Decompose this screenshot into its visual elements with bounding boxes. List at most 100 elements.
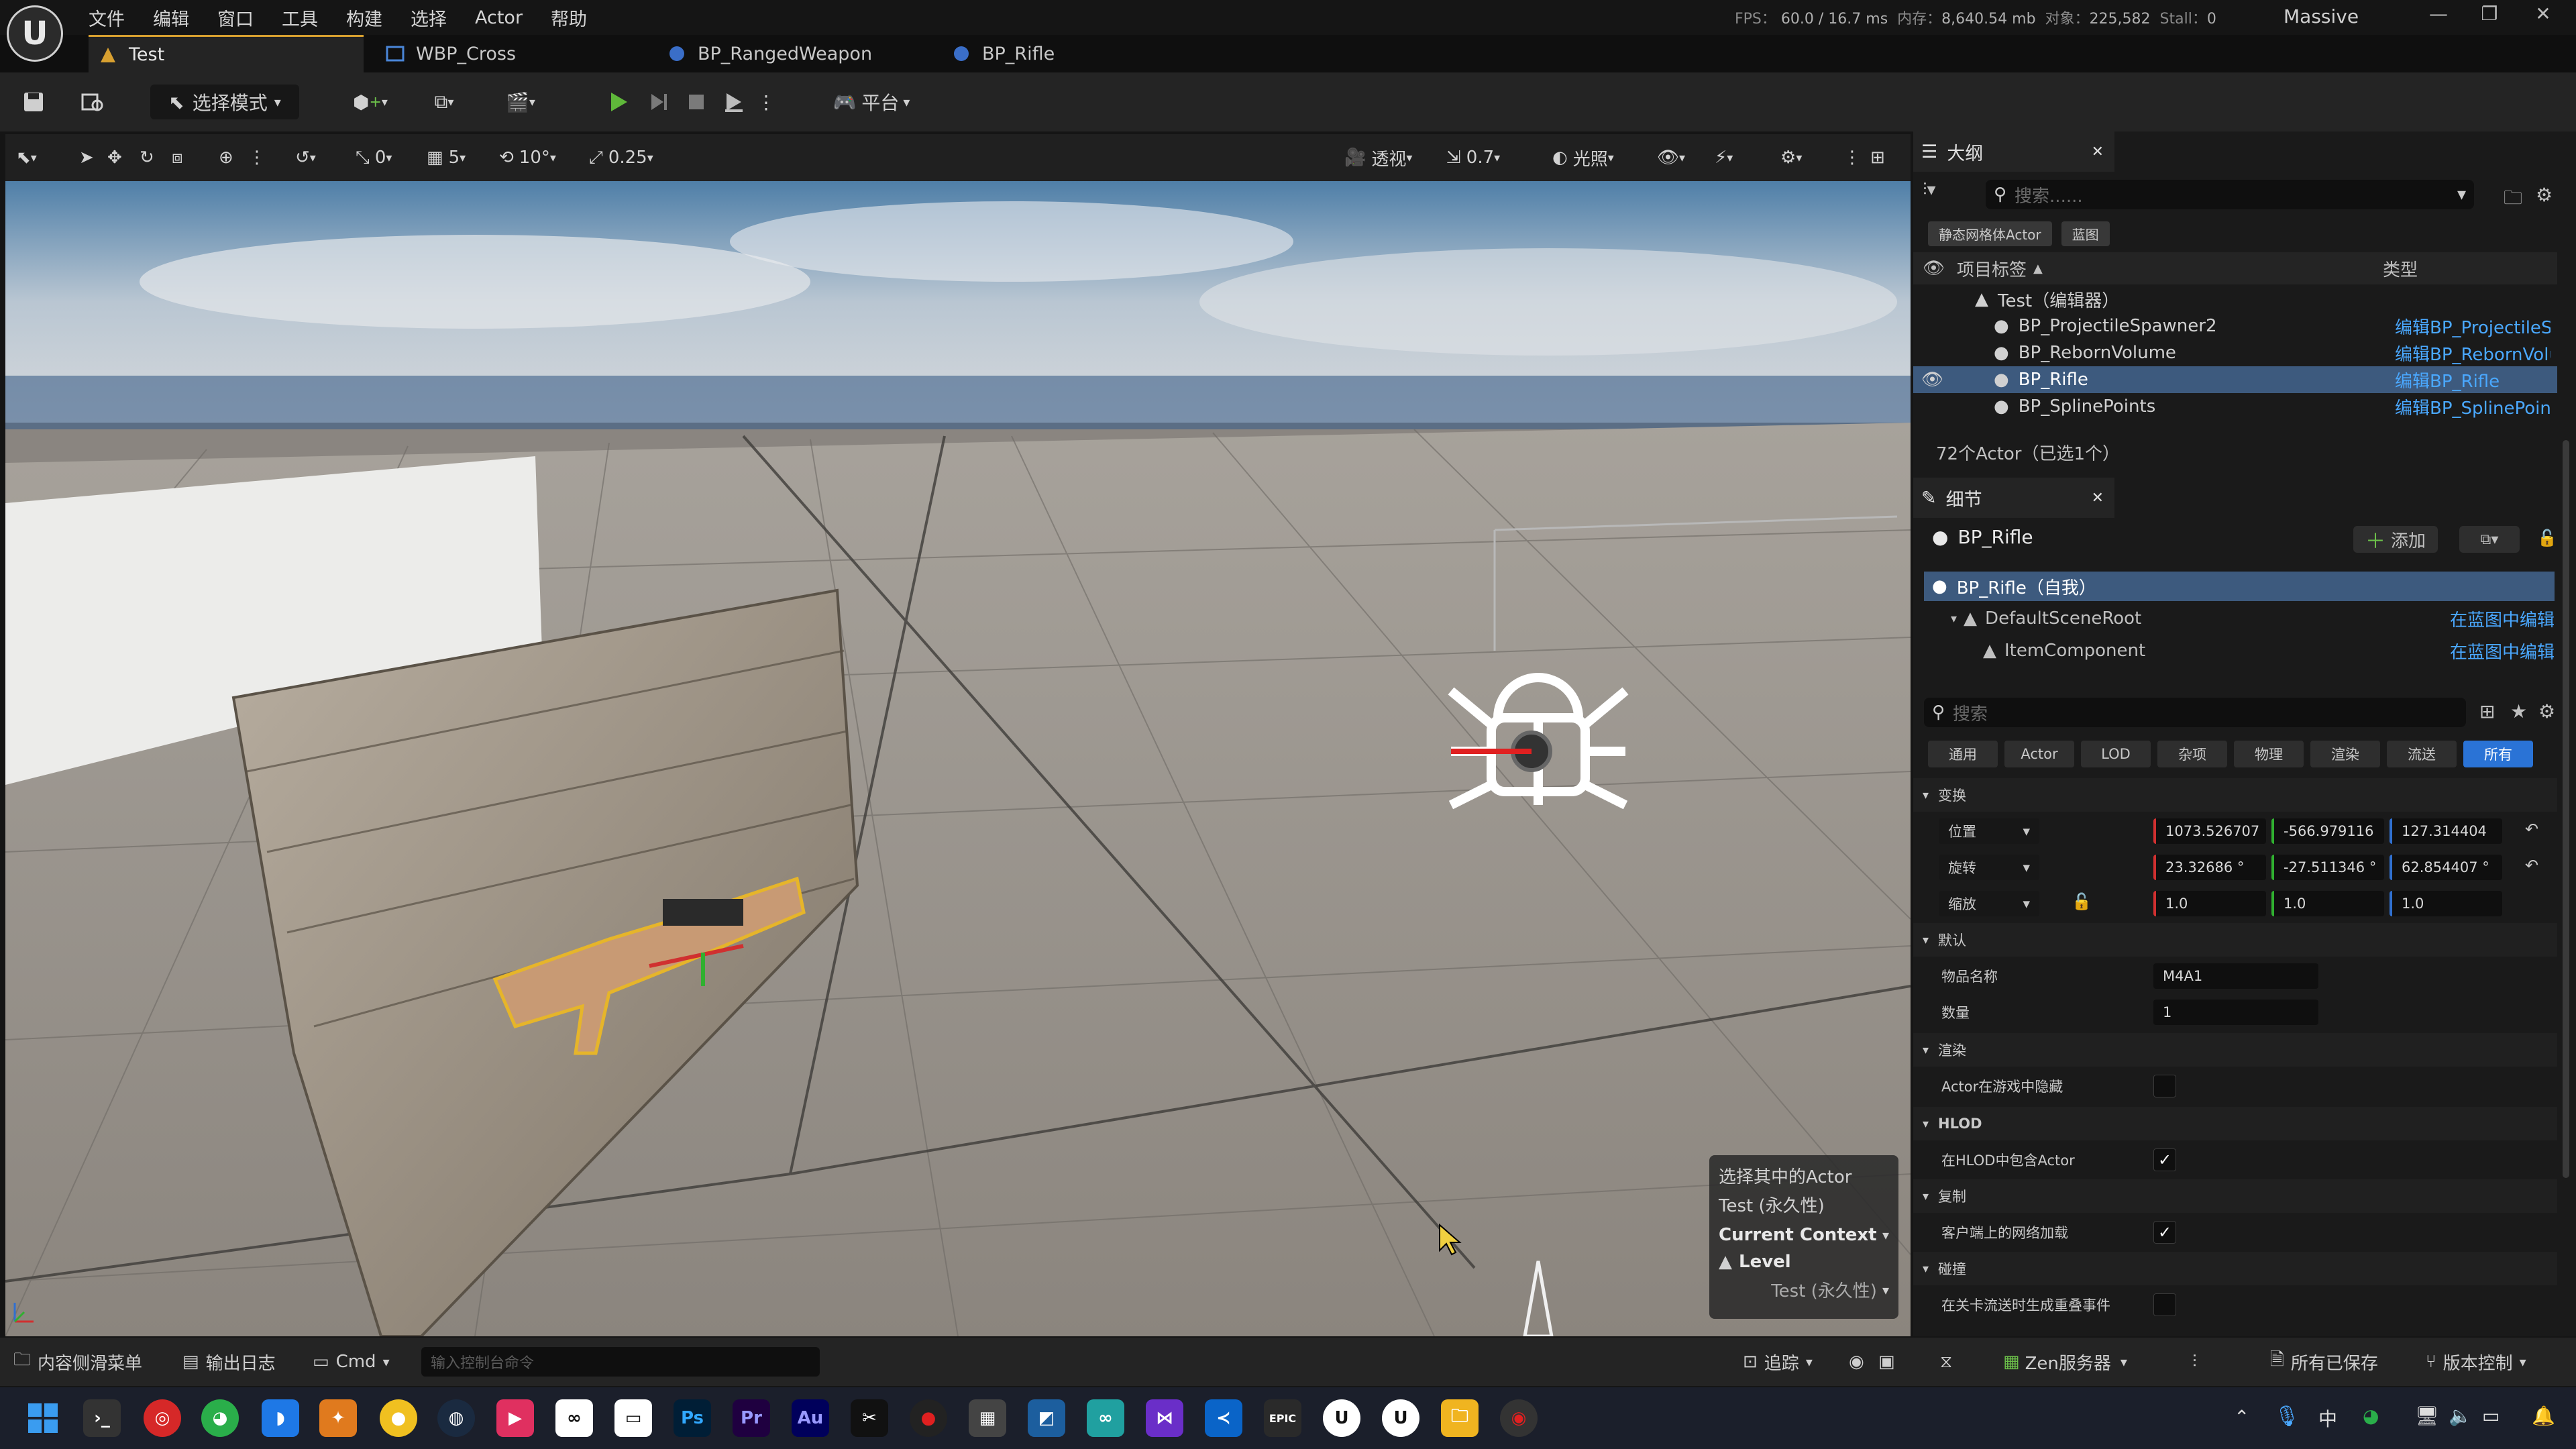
reset-icon[interactable]: ↶ bbox=[2525, 856, 2538, 875]
calculator-icon[interactable]: ▦ bbox=[969, 1399, 1006, 1437]
butterfly-app-icon[interactable]: ✦ bbox=[319, 1399, 357, 1437]
obs-icon[interactable]: ◉ bbox=[1500, 1399, 1538, 1437]
filter-chip-blueprint[interactable]: 蓝图 bbox=[2061, 221, 2110, 246]
microphone-icon[interactable]: 🎙 bbox=[2274, 1405, 2300, 1428]
visibility-icon[interactable]: 👁 bbox=[1923, 258, 1945, 278]
menu-file[interactable]: 文件 bbox=[89, 5, 125, 31]
location-z-field[interactable]: 127.314404 bbox=[2390, 818, 2502, 844]
rotate-tool-icon[interactable]: ↻ bbox=[140, 144, 161, 172]
source-control-dropdown[interactable]: ⑂ 版本控制 ▾ bbox=[2426, 1347, 2526, 1377]
steam-icon[interactable]: ◍ bbox=[437, 1399, 475, 1437]
level-dropdown[interactable]: Test (永久性) ▾ bbox=[1719, 1277, 1889, 1302]
settings-icon[interactable]: ⚙ ▾ bbox=[1780, 144, 1802, 172]
outliner-row[interactable]: ● BP_RebornVolume 编辑BP_RebornVolu bbox=[1913, 339, 2557, 366]
minimize-button[interactable]: — bbox=[2415, 3, 2462, 30]
outliner-row-type[interactable]: 编辑BP_RebornVolu bbox=[2395, 341, 2551, 366]
quantity-field[interactable]: 1 bbox=[2153, 1000, 2318, 1025]
add-component-button[interactable]: ＋ 添加 bbox=[2353, 526, 2438, 553]
grid-view-icon[interactable]: ⊞ bbox=[2479, 700, 2495, 722]
scale-mode-dropdown[interactable]: 缩放 ▾ bbox=[1939, 891, 2039, 916]
outliner-row-type[interactable]: 编辑BP_ProjectileSp bbox=[2395, 314, 2551, 339]
rotation-mode-dropdown[interactable]: 旋转 ▾ bbox=[1939, 855, 2039, 880]
stop-icon[interactable] bbox=[679, 85, 714, 119]
tab-bp-rifle[interactable]: BP_Rifle bbox=[942, 35, 1210, 72]
blueprint-options-icon[interactable]: ⧉▾ bbox=[2459, 526, 2520, 553]
outliner-tab[interactable]: ☰ 大纲 ✕ bbox=[1913, 131, 2114, 172]
col-type-header[interactable]: 类型 bbox=[2383, 256, 2418, 281]
close-icon[interactable]: ✕ bbox=[2092, 490, 2104, 506]
grid-snap[interactable]: ▦ 5 ▾ bbox=[427, 144, 466, 172]
visual-studio-icon[interactable]: ⋈ bbox=[1146, 1399, 1183, 1437]
edge-app-icon[interactable]: ◗ bbox=[262, 1399, 299, 1437]
ime-indicator[interactable]: 中 bbox=[2318, 1405, 2337, 1432]
move-tool-icon[interactable]: ✥ bbox=[107, 144, 129, 172]
hourglass-icon[interactable]: ⧖ bbox=[1940, 1347, 1952, 1377]
perspective-dropdown[interactable]: 🎥 透视 ▾ bbox=[1344, 144, 1412, 172]
unreal-logo-icon[interactable]: U bbox=[7, 5, 63, 62]
section-collision[interactable]: ▾ 碰撞 bbox=[1913, 1252, 2557, 1285]
details-scrollbar[interactable] bbox=[2563, 440, 2569, 1178]
audition-icon[interactable]: Au bbox=[792, 1399, 829, 1437]
overlap-events-checkbox[interactable] bbox=[2153, 1293, 2176, 1316]
hidden-in-game-checkbox[interactable] bbox=[2153, 1075, 2176, 1097]
chrome-icon[interactable]: ● bbox=[380, 1399, 417, 1437]
tray-chevron-icon[interactable]: ⌃ bbox=[2234, 1406, 2249, 1428]
epic-games-icon[interactable]: EPIC bbox=[1264, 1399, 1301, 1437]
camera-speed-dropdown[interactable]: ⇲ 0.7 ▾ bbox=[1446, 144, 1500, 172]
translate-snap[interactable]: ⤡ 0 ▾ bbox=[356, 144, 392, 172]
trace-dropdown[interactable]: ⊡ 追踪 ▾ bbox=[1743, 1347, 1813, 1377]
location-y-field[interactable]: -566.979116 bbox=[2271, 818, 2384, 844]
save-all-button[interactable]: 🗎 所有已保存 bbox=[2270, 1347, 2378, 1377]
tab-wbp-cross[interactable]: WBP_Cross bbox=[376, 35, 644, 72]
scale-x-field[interactable]: 1.0 bbox=[2153, 891, 2266, 916]
blueprint-menu-icon[interactable]: ⧉ ▾ bbox=[417, 85, 471, 119]
file-explorer-icon[interactable]: 🗀 bbox=[1441, 1399, 1479, 1437]
level-viewport[interactable] bbox=[5, 181, 1911, 1336]
zen-server-dropdown[interactable]: ▦ Zen服务器 ▾ bbox=[2003, 1347, 2127, 1377]
star-icon[interactable]: ★ bbox=[2510, 700, 2527, 722]
col-label-header[interactable]: 项目标签 bbox=[1957, 256, 2027, 281]
menu-select[interactable]: 选择 bbox=[411, 5, 447, 31]
pink-app-icon[interactable]: ▶ bbox=[496, 1399, 534, 1437]
vscode-icon[interactable]: ≺ bbox=[1205, 1399, 1242, 1437]
unreal-editor-icon[interactable]: U bbox=[1323, 1399, 1360, 1437]
settings-icon[interactable]: ⚙ bbox=[2536, 184, 2553, 206]
select-mode-dropdown[interactable]: ⬉ 选择模式 ▾ bbox=[150, 85, 299, 119]
filter-icon[interactable]: ⫶▾ bbox=[1923, 180, 1943, 209]
meta-app-icon[interactable]: ∞ bbox=[555, 1399, 593, 1437]
scale-snap[interactable]: ⤢ 0.25 ▾ bbox=[589, 144, 653, 172]
section-default[interactable]: ▾ 默认 bbox=[1913, 923, 2557, 957]
lit-dropdown[interactable]: ◐ 光照 ▾ bbox=[1552, 144, 1614, 172]
play-icon[interactable] bbox=[601, 85, 636, 119]
category-tab-streaming[interactable]: 流送 bbox=[2387, 741, 2457, 767]
layout-icon[interactable]: ⊞ bbox=[1870, 144, 1885, 172]
network-icon[interactable]: 🖥 bbox=[2415, 1405, 2439, 1427]
battery-icon[interactable]: ▭ bbox=[2482, 1405, 2500, 1427]
record-app-icon[interactable]: ● bbox=[910, 1399, 947, 1437]
category-tab-lod[interactable]: LOD bbox=[2081, 741, 2151, 767]
rotate-snap[interactable]: ⟲ 10° ▾ bbox=[499, 144, 556, 172]
notification-icon[interactable]: 🔔 bbox=[2532, 1405, 2555, 1427]
scale-z-field[interactable]: 1.0 bbox=[2390, 891, 2502, 916]
edit-in-blueprint-link[interactable]: 在蓝图中编辑 bbox=[2450, 639, 2555, 663]
include-in-hlod-checkbox[interactable]: ✓ bbox=[2153, 1148, 2176, 1171]
section-replication[interactable]: ▾ 复制 bbox=[1913, 1179, 2557, 1213]
menu-tools[interactable]: 工具 bbox=[282, 5, 318, 31]
cmd-dropdown[interactable]: ▭ Cmd ▾ bbox=[313, 1347, 390, 1377]
restore-button[interactable]: ❐ bbox=[2466, 3, 2513, 30]
menu-edit[interactable]: 编辑 bbox=[153, 5, 189, 31]
filter-chip-static-mesh[interactable]: 静态网格体Actor bbox=[1928, 221, 2052, 246]
details-actor-name[interactable]: BP_Rifle bbox=[1957, 526, 2033, 548]
platform-dropdown[interactable]: 🎮 平台 ▾ bbox=[821, 85, 922, 119]
reset-icon[interactable]: ↶ bbox=[2525, 820, 2538, 839]
rotation-y-field[interactable]: -27.511346 ° bbox=[2271, 855, 2384, 880]
more-options-icon[interactable]: ⋮ bbox=[757, 85, 775, 119]
content-drawer-button[interactable]: 🗀 内容侧滑菜单 bbox=[13, 1347, 142, 1377]
more-icon[interactable]: ⋮ bbox=[248, 144, 266, 172]
select-tool-icon[interactable]: ➤ bbox=[79, 144, 101, 172]
close-icon[interactable]: ✕ bbox=[2092, 144, 2104, 160]
lock-icon[interactable]: 🔓 bbox=[2537, 529, 2557, 547]
tab-test[interactable]: Test bbox=[89, 35, 364, 72]
scale-tool-icon[interactable]: ⧈ bbox=[172, 144, 193, 172]
category-tab-general[interactable]: 通用 bbox=[1928, 741, 1998, 767]
